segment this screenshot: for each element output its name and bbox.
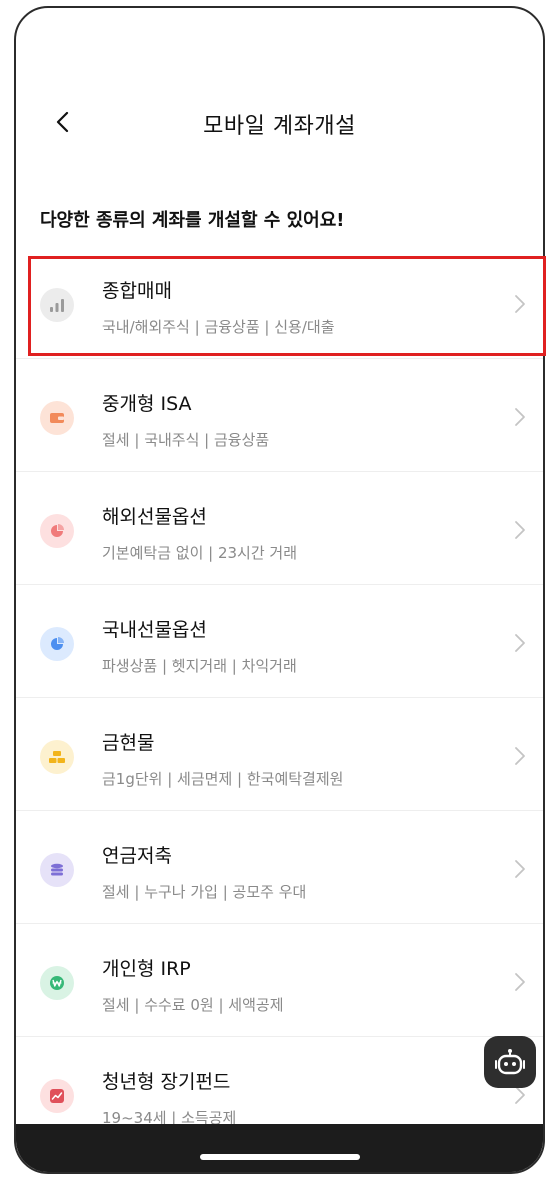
account-item-desc: 금1g단위 | 세금면제 | 한국예탁결제원 xyxy=(102,770,344,788)
wallet-icon xyxy=(40,401,74,435)
account-item-name: 청년형 장기펀드 xyxy=(102,1071,231,1093)
coin-stack-icon xyxy=(40,853,74,887)
account-item-general-trading[interactable]: 종합매매 국내/해외주식 | 금융상품 | 신용/대출 xyxy=(16,246,543,359)
account-type-list: 종합매매 국내/해외주식 | 금융상품 | 신용/대출 중개형 ISA 절세 |… xyxy=(16,246,543,1150)
home-indicator[interactable] xyxy=(199,1154,360,1160)
account-item-isa[interactable]: 중개형 ISA 절세 | 국내주식 | 금융상품 xyxy=(16,359,543,472)
account-item-name: 개인형 IRP xyxy=(102,958,191,980)
account-item-pension-savings[interactable]: 연금저축 절세 | 누구나 가입 | 공모주 우대 xyxy=(16,811,543,924)
chevron-right-icon xyxy=(515,747,525,765)
account-item-domestic-futures[interactable]: 국내선물옵션 파생상품 | 헷지거래 | 차익거래 xyxy=(16,585,543,698)
account-item-overseas-futures[interactable]: 해외선물옵션 기본예탁금 없이 | 23시간 거래 xyxy=(16,472,543,585)
won-badge-icon xyxy=(40,966,74,1000)
account-item-name: 국내선물옵션 xyxy=(102,619,207,641)
system-navigation-bar xyxy=(16,1124,543,1172)
page-title: 모바일 계좌개설 xyxy=(203,114,356,139)
section-subtitle: 다양한 종류의 계좌를 개설할 수 있어요! xyxy=(40,210,345,231)
account-item-irp[interactable]: 개인형 IRP 절세 | 수수료 0원 | 세액공제 xyxy=(16,924,543,1037)
pie-chart-icon xyxy=(40,514,74,548)
chevron-right-icon xyxy=(515,634,525,652)
account-item-name: 연금저축 xyxy=(102,845,172,867)
pie-chart-icon xyxy=(40,627,74,661)
account-item-name: 금현물 xyxy=(102,732,155,754)
bar-chart-icon xyxy=(40,288,74,322)
account-item-desc: 절세 | 국내주식 | 금융상품 xyxy=(102,431,270,449)
account-item-desc: 국내/해외주식 | 금융상품 | 신용/대출 xyxy=(102,318,335,336)
chatbot-button[interactable] xyxy=(484,1036,536,1088)
robot-icon xyxy=(495,1049,525,1075)
account-item-gold-spot[interactable]: 금현물 금1g단위 | 세금면제 | 한국예탁결제원 xyxy=(16,698,543,811)
chevron-right-icon xyxy=(515,860,525,878)
header: 모바일 계좌개설 xyxy=(16,94,543,154)
account-item-desc: 절세 | 누구나 가입 | 공모주 우대 xyxy=(102,883,307,901)
trend-chart-icon xyxy=(40,1079,74,1113)
chevron-right-icon xyxy=(515,408,525,426)
account-item-name: 종합매매 xyxy=(102,280,172,302)
gold-bars-icon xyxy=(40,740,74,774)
chevron-right-icon xyxy=(515,295,525,313)
chevron-right-icon xyxy=(515,521,525,539)
account-item-desc: 절세 | 수수료 0원 | 세액공제 xyxy=(102,996,284,1014)
account-item-desc: 기본예탁금 없이 | 23시간 거래 xyxy=(102,544,298,562)
account-item-desc: 파생상품 | 헷지거래 | 차익거래 xyxy=(102,657,297,675)
account-item-name: 해외선물옵션 xyxy=(102,506,207,528)
chevron-right-icon xyxy=(515,973,525,991)
account-item-name: 중개형 ISA xyxy=(102,393,192,415)
chevron-right-icon xyxy=(515,1086,525,1104)
phone-frame: 모바일 계좌개설 다양한 종류의 계좌를 개설할 수 있어요! 종합매매 국내/… xyxy=(14,6,545,1174)
